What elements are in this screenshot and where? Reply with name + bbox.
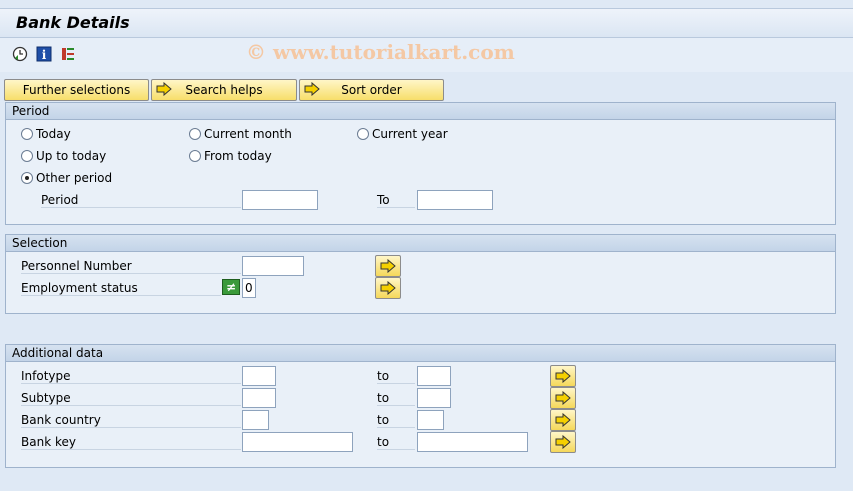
arrow-right-icon bbox=[380, 259, 396, 273]
bank-country-multiple-selection-button[interactable] bbox=[550, 409, 576, 431]
application-toolbar: i © www.tutorialkart.com bbox=[0, 38, 853, 72]
arrow-right-icon bbox=[555, 369, 571, 383]
further-selections-label: Further selections bbox=[22, 83, 131, 97]
info-icon[interactable]: i bbox=[36, 46, 52, 62]
arrow-right-icon bbox=[555, 413, 571, 427]
page-title: Bank Details bbox=[16, 13, 130, 32]
selection-group: Selection Personnel Number Employment st… bbox=[5, 234, 836, 314]
employment-status-label: Employment status bbox=[21, 281, 221, 296]
bank-key-multiple-selection-button[interactable] bbox=[550, 431, 576, 453]
arrow-right-icon bbox=[304, 81, 320, 97]
search-helps-label: Search helps bbox=[185, 83, 263, 97]
bank-key-to-label: to bbox=[377, 435, 415, 450]
bank-key-to-input[interactable] bbox=[417, 432, 528, 452]
bank-country-to-input[interactable] bbox=[417, 410, 444, 430]
further-selections-button[interactable]: Further selections bbox=[4, 79, 149, 101]
radio-today[interactable] bbox=[21, 128, 33, 140]
arrow-right-icon bbox=[380, 281, 396, 295]
radio-current-month[interactable] bbox=[189, 128, 201, 140]
additional-data-group-title: Additional data bbox=[6, 345, 835, 362]
subtype-to-input[interactable] bbox=[417, 388, 451, 408]
arrow-right-icon bbox=[156, 81, 172, 97]
infotype-multiple-selection-button[interactable] bbox=[550, 365, 576, 387]
radio-from-today-label: From today bbox=[204, 149, 272, 163]
selection-options-icon[interactable] bbox=[60, 46, 76, 62]
period-group: Period Today Current month Current year … bbox=[5, 102, 836, 225]
radio-from-today[interactable] bbox=[189, 150, 201, 162]
selection-group-title: Selection bbox=[6, 235, 835, 252]
radio-current-month-label: Current month bbox=[204, 127, 292, 141]
bank-key-label: Bank key bbox=[21, 435, 241, 450]
title-bar: Bank Details bbox=[0, 8, 853, 38]
search-helps-button[interactable]: Search helps bbox=[151, 79, 297, 101]
subtype-from-input[interactable] bbox=[242, 388, 276, 408]
radio-current-year[interactable] bbox=[357, 128, 369, 140]
sort-order-label: Sort order bbox=[341, 83, 402, 97]
infotype-to-label: to bbox=[377, 369, 415, 384]
sort-order-button[interactable]: Sort order bbox=[299, 79, 444, 101]
employment-status-input[interactable]: 0 bbox=[242, 278, 256, 298]
period-label: Period bbox=[41, 193, 241, 208]
arrow-right-icon bbox=[555, 435, 571, 449]
personnel-number-label: Personnel Number bbox=[21, 259, 241, 274]
radio-today-label: Today bbox=[36, 127, 71, 141]
arrow-right-icon bbox=[555, 391, 571, 405]
execute-clock-icon[interactable] bbox=[12, 46, 28, 62]
bank-country-to-label: to bbox=[377, 413, 415, 428]
infotype-to-input[interactable] bbox=[417, 366, 451, 386]
infotype-label: Infotype bbox=[21, 369, 241, 384]
radio-up-to-today[interactable] bbox=[21, 150, 33, 162]
subtype-to-label: to bbox=[377, 391, 415, 406]
subtype-multiple-selection-button[interactable] bbox=[550, 387, 576, 409]
not-equal-option-icon[interactable]: ≠ bbox=[222, 279, 240, 295]
svg-text:i: i bbox=[42, 48, 47, 62]
bank-key-from-input[interactable] bbox=[242, 432, 353, 452]
radio-other-period[interactable] bbox=[21, 172, 33, 184]
subtype-label: Subtype bbox=[21, 391, 241, 406]
radio-up-to-today-label: Up to today bbox=[36, 149, 107, 163]
radio-current-year-label: Current year bbox=[372, 127, 448, 141]
personnel-number-input[interactable] bbox=[242, 256, 304, 276]
period-group-title: Period bbox=[6, 103, 835, 120]
period-from-input[interactable] bbox=[242, 190, 318, 210]
personnel-multiple-selection-button[interactable] bbox=[375, 255, 401, 277]
additional-data-group: Additional data Infotype to Subtype to B… bbox=[5, 344, 836, 468]
period-to-input[interactable] bbox=[417, 190, 493, 210]
employment-multiple-selection-button[interactable] bbox=[375, 277, 401, 299]
radio-other-period-label: Other period bbox=[36, 171, 113, 185]
bank-country-from-input[interactable] bbox=[242, 410, 269, 430]
infotype-from-input[interactable] bbox=[242, 366, 276, 386]
bank-country-label: Bank country bbox=[21, 413, 241, 428]
watermark-text: © www.tutorialkart.com bbox=[246, 40, 515, 64]
period-to-label: To bbox=[377, 193, 415, 208]
